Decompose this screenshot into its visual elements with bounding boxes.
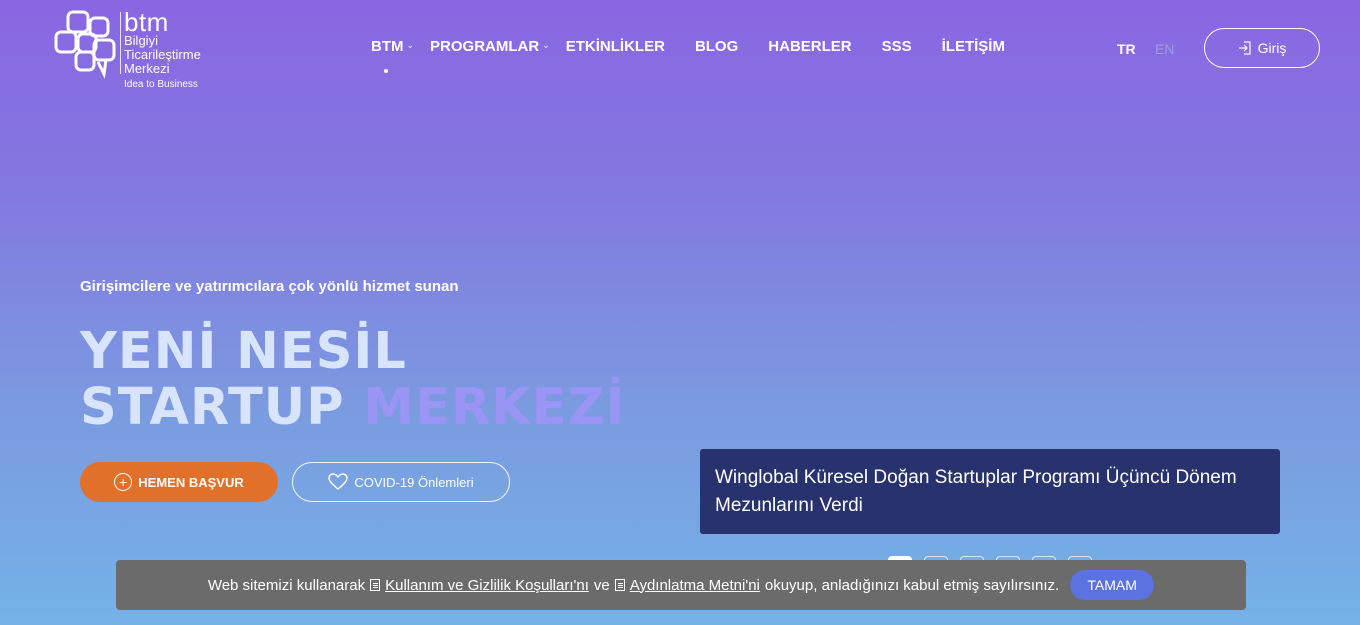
chevron-down-icon: ⌄ [406, 40, 415, 50]
logo-divider [120, 12, 121, 74]
main-nav: BTM ⌄ PROGRAMLAR ⌄ ETKİNLİKLER BLOG HABE… [371, 38, 1005, 73]
login-icon [1238, 41, 1251, 55]
btm-logo-icon [54, 10, 116, 79]
nav-item-haberler[interactable]: HABERLER [768, 38, 851, 60]
apply-now-button[interactable]: + HEMEN BAŞVUR [80, 462, 278, 502]
cookie-text-before: Web sitemizi kullanarak [207, 576, 366, 594]
nav-label: ETKİNLİKLER [565, 38, 665, 55]
cookie-consent-bar: Web sitemizi kullanarak Kullanım ve Gizl… [116, 560, 1246, 610]
nav-item-blog[interactable]: BLOG [695, 38, 738, 60]
login-label: Giriş [1257, 40, 1287, 56]
cookie-text-after: okuyup, anladığınızı kabul etmiş sayılır… [764, 576, 1060, 594]
logo-brand: btm [124, 7, 169, 37]
nav-label: İLETİŞİM [941, 38, 1005, 55]
terms-link-label: Kullanım ve Gizlilik Koşulları'nı [385, 576, 589, 594]
covid-label: COVID-19 Önlemleri [354, 474, 474, 490]
login-button[interactable]: Giriş [1204, 28, 1320, 68]
hero-title-merkezi: MERKEZİ [363, 378, 626, 437]
logo-line3: Merkezi [124, 61, 170, 76]
nav-label: PROGRAMLAR [430, 38, 540, 55]
logo-line2: Ticarileştirme [124, 47, 201, 62]
nav-item-etkinlikler[interactable]: ETKİNLİKLER [566, 38, 665, 60]
hero-subtitle: Girişimcilere ve yatırımcılara çok yönlü… [80, 278, 459, 295]
covid-measures-button[interactable]: COVID-19 Önlemleri [292, 462, 510, 502]
active-indicator-dot [384, 69, 388, 73]
cookie-accept-button[interactable]: TAMAM [1070, 570, 1155, 600]
language-tr[interactable]: TR [1117, 41, 1136, 57]
nav-item-btm[interactable]: BTM ⌄ [371, 38, 415, 73]
hero-title-startup: STARTUP [80, 378, 364, 437]
nav-label: SSS [881, 38, 912, 55]
privacy-link-label: Aydınlatma Metni'ni [629, 576, 760, 594]
nav-item-iletisim[interactable]: İLETİŞİM [942, 38, 1005, 60]
language-en[interactable]: EN [1155, 41, 1174, 57]
hero-title-line1: YENİ NESİL [80, 322, 407, 381]
plus-circle-icon: + [114, 473, 133, 491]
chevron-down-icon: ⌄ [542, 40, 550, 50]
apply-label: HEMEN BAŞVUR [138, 474, 244, 490]
nav-label: BTM [371, 38, 404, 55]
hero-title: YENİ NESİL STARTUP MERKEZİ [80, 324, 626, 436]
terms-link[interactable]: Kullanım ve Gizlilik Koşulları'nı [370, 577, 589, 594]
privacy-notice-link[interactable]: Aydınlatma Metni'ni [614, 576, 760, 594]
heart-icon [328, 473, 349, 490]
document-icon [614, 579, 625, 591]
hero-title-line2: STARTUP MERKEZİ [80, 380, 626, 436]
cookie-text-mid: ve [593, 576, 610, 594]
nav-item-programlar[interactable]: PROGRAMLAR ⌄ [430, 38, 550, 60]
site-logo[interactable]: btm Bilgiyi Ticarileştirme Merkezi Idea … [54, 7, 224, 100]
logo-text: btm Bilgiyi Ticarileştirme Merkezi Idea … [124, 7, 201, 91]
news-slide-card[interactable]: Winglobal Küresel Doğan Startuplar Progr… [700, 449, 1280, 534]
news-headline: Winglobal Küresel Doğan Startuplar Progr… [715, 467, 1237, 516]
nav-item-sss[interactable]: SSS [882, 38, 912, 60]
nav-label: HABERLER [768, 38, 852, 55]
document-icon [370, 579, 381, 591]
logo-tagline: Idea to Business [124, 79, 198, 90]
nav-label: BLOG [694, 38, 739, 55]
